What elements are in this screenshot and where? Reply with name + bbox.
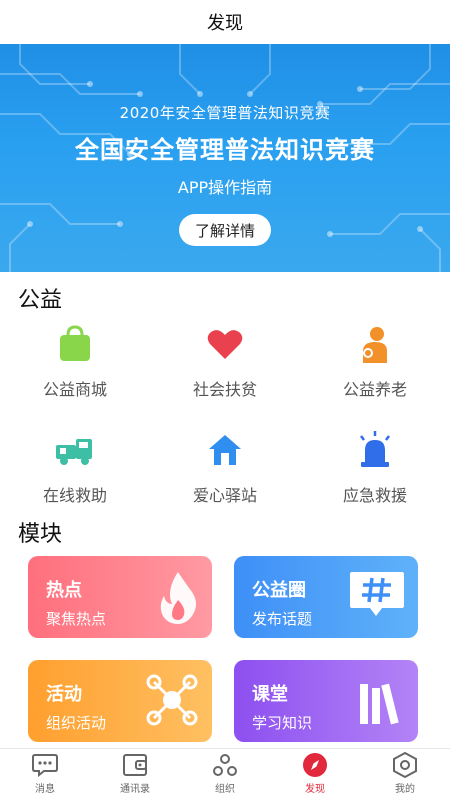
card-title: 活动	[46, 684, 82, 705]
shopping-bag-icon	[53, 322, 97, 366]
welfare-item-mall[interactable]: 公益商城	[0, 322, 150, 400]
tab-label: 消息	[35, 784, 55, 795]
compass-icon	[302, 752, 328, 778]
welfare-item-rescue[interactable]: 在线救助	[0, 428, 150, 506]
card-title: 公益圈	[252, 580, 306, 601]
banner-subtitle: 2020年安全管理普法知识竞赛	[119, 104, 331, 122]
bottom-tab-bar: 消息 通讯录 组织 发现 我的	[0, 748, 450, 800]
card-subtitle: 发布话题	[252, 610, 313, 628]
module-card-class[interactable]: 课堂 学习知识	[234, 660, 418, 742]
welfare-item-label: 在线救助	[42, 486, 107, 505]
learn-more-button[interactable]: 了解详情	[179, 214, 271, 246]
welfare-item-label: 爱心驿站	[192, 486, 257, 505]
heart-icon	[203, 322, 247, 366]
welfare-item-poverty[interactable]: 社会扶贫	[150, 322, 300, 400]
module-card-activity[interactable]: 活动 组织活动	[28, 660, 212, 742]
tab-label: 组织	[215, 784, 235, 795]
module-card-hot[interactable]: 热点 聚焦热点	[28, 556, 212, 638]
welfare-item-elderly[interactable]: 公益养老	[300, 322, 450, 400]
welfare-item-label: 公益养老	[342, 380, 407, 399]
welfare-item-label: 公益商城	[42, 380, 107, 399]
organization-icon	[212, 752, 238, 778]
section-title-public-welfare: 公益	[18, 288, 63, 313]
banner-guide: APP操作指南	[177, 178, 273, 197]
welfare-item-label: 应急救援	[342, 486, 407, 505]
tab-label: 发现	[305, 784, 325, 795]
tab-label: 通讯录	[120, 784, 150, 795]
house-icon	[203, 428, 247, 472]
siren-icon	[353, 428, 397, 472]
tab-label: 我的	[395, 784, 415, 795]
promo-banner[interactable]: 2020年安全管理普法知识竞赛 全国安全管理普法知识竞赛 APP操作指南 了解详…	[0, 44, 450, 272]
tab-organization[interactable]: 组织	[180, 749, 270, 800]
card-title: 课堂	[252, 684, 288, 705]
tab-contacts[interactable]: 通讯录	[90, 749, 180, 800]
banner-title: 全国安全管理普法知识竞赛	[75, 136, 375, 164]
flame-icon	[156, 570, 200, 628]
elder-care-icon	[353, 322, 397, 366]
hashtag-icon	[348, 570, 406, 624]
page-title: 发现	[207, 13, 243, 34]
module-card-circle[interactable]: 公益圈 发布话题	[234, 556, 418, 638]
message-icon	[32, 752, 58, 778]
profile-icon	[392, 752, 418, 778]
tab-profile[interactable]: 我的	[360, 749, 450, 800]
tab-discover[interactable]: 发现	[270, 749, 360, 800]
contacts-icon	[122, 752, 148, 778]
books-icon	[356, 678, 406, 732]
tab-messages[interactable]: 消息	[0, 749, 90, 800]
welfare-item-label: 社会扶贫	[192, 380, 257, 399]
tow-truck-icon	[53, 428, 97, 472]
card-subtitle: 聚焦热点	[46, 610, 107, 628]
welfare-item-station[interactable]: 爱心驿站	[150, 428, 300, 506]
card-title: 热点	[46, 580, 82, 601]
welfare-item-emergency[interactable]: 应急救援	[300, 428, 450, 506]
top-bar: 发现	[0, 0, 450, 44]
card-subtitle: 学习知识	[252, 714, 313, 732]
network-icon	[144, 672, 200, 732]
section-title-modules: 模块	[18, 522, 63, 547]
card-subtitle: 组织活动	[46, 714, 107, 732]
